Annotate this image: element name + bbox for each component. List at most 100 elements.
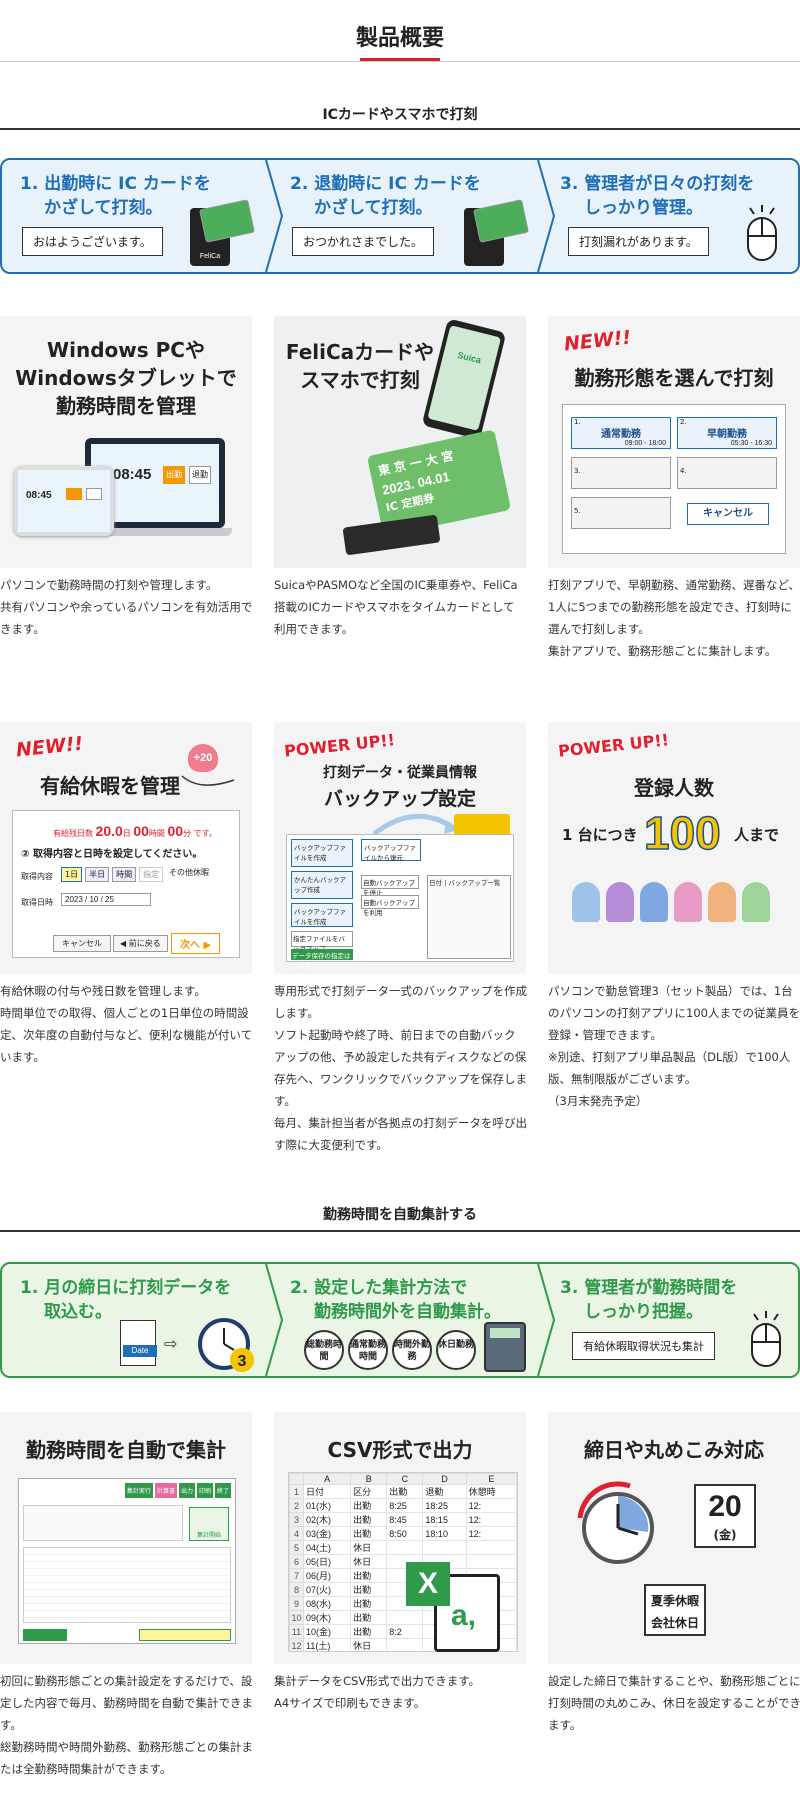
page-title: 製品概要 [355, 26, 444, 51]
backup-list: 日付 | バックアップ一覧 [427, 875, 511, 959]
table-cell[interactable]: 退勤 [422, 1484, 467, 1499]
table-cell[interactable]: 01(水) [302, 1498, 352, 1513]
restore-button[interactable]: バックアップファイルから復元 [361, 839, 421, 862]
table-cell[interactable] [422, 1540, 467, 1555]
table-cell[interactable]: 休憩時 [465, 1484, 517, 1499]
table-cell[interactable]: 8:50 [386, 1526, 424, 1541]
backup-file-button[interactable]: バックアップファイルを作成 [291, 903, 353, 927]
title-rule [0, 61, 800, 62]
card-title: CSV形式で出力 [327, 1438, 473, 1462]
step-title: 1. 出勤時に IC カードを かざして打刻。 [20, 174, 211, 218]
table-cell[interactable]: 10(金) [302, 1624, 352, 1639]
table-cell[interactable]: 08(水) [302, 1596, 352, 1611]
table-cell[interactable]: 11(土) [302, 1638, 352, 1651]
auto-step-1: 1. 月の締日に打刻データを 取込む。 Date ⇨ 3 [2, 1264, 272, 1376]
next-button[interactable]: 次へ ▶ [171, 933, 221, 954]
table-cell[interactable] [386, 1638, 424, 1651]
table-cell[interactable]: 出勤 [350, 1498, 388, 1513]
table-cell[interactable]: 休日 [350, 1638, 388, 1651]
person-icon [640, 882, 668, 922]
back-button[interactable]: ◀ 前に戻る [113, 935, 168, 952]
save-location-button[interactable]: データ保存の指定はこちら [291, 949, 353, 970]
table-row: 5 04(土) 休日 [289, 1540, 517, 1555]
table-cell[interactable]: 出勤 [350, 1624, 388, 1639]
toolbar: 集計実行 計算書 出力 印刷 終了 [124, 1483, 231, 1498]
table-cell[interactable]: 8:2 [386, 1624, 424, 1639]
pattern-slot[interactable]: 1. 通常勤務 09:00 - 18:00 [571, 417, 671, 449]
row-number: 5 [289, 1540, 304, 1555]
toolbar-button[interactable]: 終了 [214, 1483, 231, 1498]
table-cell[interactable]: 12: [465, 1498, 517, 1513]
auto-step-3: 3. 管理者が勤務時間を しっかり把握。 有給休暇取得状況も集計 [546, 1264, 798, 1376]
feature-card-windows: Windows PCや Windowsタブレットで 勤務時間を管理 08:45 … [0, 316, 252, 568]
feature-card-registration: POWER UP!! 登録人数 1 台につき 100 人まで [548, 722, 800, 974]
specified-backup-button[interactable]: 指定ファイルをバックアップ [291, 931, 353, 953]
table-cell[interactable]: 出勤 [350, 1526, 388, 1541]
table-cell[interactable]: 05(日) [302, 1554, 352, 1569]
pill-total-hours: 総勤務時間 [304, 1330, 344, 1370]
table-cell[interactable]: 18:15 [422, 1512, 467, 1527]
use-auto-backup-button[interactable]: 自動バックアップを利用 [361, 895, 419, 917]
pattern-slot[interactable]: 5. [571, 497, 671, 529]
toolbar-button[interactable]: 出力 [178, 1483, 195, 1498]
toolbar-button[interactable]: 計算書 [154, 1483, 177, 1498]
quick-backup-button[interactable]: かんたんバックアップ作成 [291, 871, 353, 899]
pattern-slot[interactable]: 3. [571, 457, 671, 489]
table-cell[interactable]: 03(金) [302, 1526, 352, 1541]
column-header: D [422, 1473, 467, 1485]
table-cell[interactable] [386, 1540, 424, 1555]
start-button[interactable]: 集計開始 [189, 1507, 229, 1541]
toolbar-button[interactable]: 集計実行 [124, 1483, 153, 1498]
table-cell[interactable]: 18:25 [422, 1498, 467, 1513]
backup-panel: バックアップファイルを作成 かんたんバックアップ作成 バックアップファイルを作成… [286, 834, 514, 970]
person-icon [742, 882, 770, 922]
table-cell[interactable] [465, 1540, 517, 1555]
stop-auto-backup-button[interactable]: 自動バックアップを停止 [361, 875, 419, 897]
excel-icon: X [406, 1562, 450, 1606]
table-cell[interactable] [465, 1554, 517, 1569]
table-cell[interactable]: 休日 [350, 1554, 388, 1569]
card-description: 設定した締日で集計することや、勤務形態ごとに 打刻時間の丸めこみ、休日を設定するこ… [548, 1674, 800, 1732]
table-cell[interactable]: 09(木) [302, 1610, 352, 1625]
table-cell[interactable]: 出勤 [350, 1610, 388, 1625]
pill-holiday-work: 休日勤務 [436, 1330, 476, 1370]
table-cell[interactable]: 12: [465, 1526, 517, 1541]
toolbar-button[interactable]: 印刷 [196, 1483, 213, 1498]
card-description: 集計データをCSV形式で出力できます。 A4サイズで印刷もできます。 [274, 1674, 481, 1710]
table-cell[interactable]: 8:25 [386, 1498, 424, 1513]
cancel-button[interactable]: キャンセル [687, 503, 769, 525]
person-icon [674, 882, 702, 922]
table-cell[interactable]: 02(木) [302, 1512, 352, 1527]
table-cell[interactable]: 8:45 [386, 1512, 424, 1527]
table-cell[interactable]: 12: [465, 1512, 517, 1527]
speech-bubble: おつかれさまでした。 [292, 227, 435, 256]
table-cell[interactable]: 休日 [350, 1540, 388, 1555]
option-specify[interactable]: 指定 [139, 867, 164, 882]
table-cell[interactable]: 04(土) [302, 1540, 352, 1555]
option-full-day[interactable]: 1日 [61, 867, 83, 882]
summary-table [23, 1547, 231, 1623]
table-cell[interactable]: 07(火) [302, 1582, 352, 1597]
pattern-slot[interactable]: 2. 早朝勤務 05:30 - 16:30 [677, 417, 777, 449]
table-cell[interactable]: 出勤 [350, 1582, 388, 1597]
row-number: 1 [289, 1484, 304, 1499]
date-field[interactable]: 2023 / 10 / 25 [61, 893, 151, 906]
option-hourly[interactable]: 時間 [112, 867, 137, 882]
pattern-slot[interactable]: 4. [677, 457, 777, 489]
table-cell[interactable]: 日付 [302, 1484, 352, 1499]
table-cell[interactable]: 出勤 [350, 1596, 388, 1611]
table-cell[interactable] [386, 1610, 424, 1625]
backup-create-button[interactable]: バックアップファイルを作成 [291, 839, 353, 867]
table-cell[interactable]: 出勤 [386, 1484, 424, 1499]
table-cell[interactable]: 06(月) [302, 1568, 352, 1583]
row-number: 8 [289, 1582, 304, 1597]
cancel-button[interactable]: キャンセル [53, 935, 111, 952]
toolbar-button[interactable] [23, 1629, 67, 1641]
step-title: 2. 設定した集計方法で 勤務時間外を自動集計。 [290, 1278, 501, 1322]
table-cell[interactable]: 出勤 [350, 1568, 388, 1583]
table-cell[interactable]: 区分 [350, 1484, 388, 1499]
table-cell[interactable]: 18:10 [422, 1526, 467, 1541]
table-cell[interactable]: 出勤 [350, 1512, 388, 1527]
card-description: 有給休暇の付与や残日数を管理します。 時間単位での取得、個人ごとの1日単位の時間設… [0, 984, 253, 1064]
option-half-day[interactable]: 半日 [85, 867, 110, 882]
